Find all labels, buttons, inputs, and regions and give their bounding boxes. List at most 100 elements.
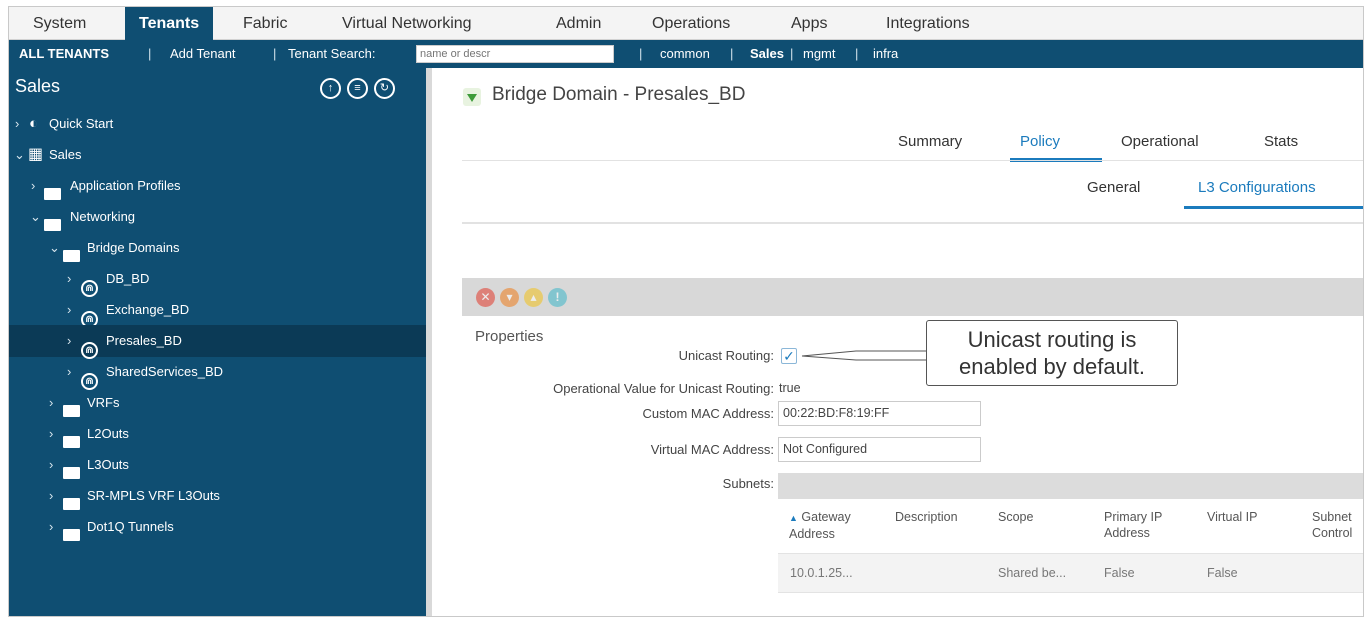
column-header-virtual-ip[interactable]: Virtual IP <box>1207 509 1287 525</box>
add-tenant-link[interactable]: Add Tenant <box>170 40 236 68</box>
tenant-link-mgmt[interactable]: mgmt <box>803 40 836 68</box>
tree-item-dot1q-tunnels[interactable]: › Dot1Q Tunnels <box>9 511 426 543</box>
tree-item-sharedservices-bd[interactable]: › ⋒ SharedServices_BD <box>9 356 426 390</box>
separator: | <box>730 46 734 61</box>
nav-tenants[interactable]: Tenants <box>125 7 214 40</box>
tree-item-application-profiles[interactable]: › Application Profiles <box>9 170 426 202</box>
nav-fabric[interactable]: Fabric <box>243 7 287 40</box>
nav-virtual-networking[interactable]: Virtual Networking <box>342 7 472 40</box>
nav-system[interactable]: System <box>33 7 86 40</box>
header-text: Gateway Address <box>789 510 851 541</box>
tree-label: Dot1Q Tunnels <box>87 519 174 534</box>
tree-label: DB_BD <box>106 271 150 286</box>
tab-operational[interactable]: Operational <box>1121 133 1199 150</box>
fault-critical-icon[interactable]: ✕ <box>476 288 495 307</box>
callout-line-2: enabled by default. <box>959 354 1145 379</box>
column-header-primary-ip[interactable]: Primary IP Address <box>1104 509 1184 541</box>
chevron-right-icon: › <box>67 302 72 317</box>
tree-item-networking[interactable]: ⌄ Networking <box>9 201 426 233</box>
tab-policy[interactable]: Policy <box>1020 133 1060 150</box>
active-subtab-indicator <box>1184 206 1363 209</box>
tenant-search-label: Tenant Search: <box>288 46 376 61</box>
virtual-mac-field[interactable]: Not Configured <box>778 437 981 462</box>
bridge-domain-icon: ⋒ <box>81 263 98 297</box>
separator: | <box>639 46 643 61</box>
chevron-right-icon: › <box>49 488 54 503</box>
deploy-icon[interactable]: ↑ <box>320 78 341 99</box>
custom-mac-field[interactable]: 00:22:BD:F8:19:FF <box>778 401 981 426</box>
tree-item-bridge-domains[interactable]: ⌄ Bridge Domains <box>9 232 426 264</box>
tree-item-db-bd[interactable]: › ⋒ DB_BD <box>9 263 426 297</box>
tenant-bar: ALL TENANTS | Add Tenant | Tenant Search… <box>9 40 1363 68</box>
column-header-description[interactable]: Description <box>895 509 985 525</box>
fault-warning-icon[interactable]: ! <box>548 288 567 307</box>
callout-line-1: Unicast routing is <box>967 327 1137 352</box>
tree-label: SharedServices_BD <box>106 364 224 379</box>
subnets-label: Subnets: <box>722 476 774 491</box>
fault-minor-icon[interactable]: ▴ <box>524 288 543 307</box>
folder-icon <box>44 170 61 202</box>
chevron-right-icon: › <box>49 519 54 534</box>
folder-icon <box>63 480 80 512</box>
list-icon[interactable]: ≡ <box>347 78 368 99</box>
chevron-right-icon: › <box>15 116 20 131</box>
quick-start-icon: ◐ <box>29 115 39 132</box>
tree-item-l3outs[interactable]: › L3Outs <box>9 449 426 481</box>
tree-item-vrfs[interactable]: › VRFs <box>9 387 426 419</box>
chevron-down-icon: ⌄ <box>49 240 60 255</box>
tree-item-presales-bd[interactable]: › ⋒ Presales_BD <box>9 325 426 359</box>
nav-integrations[interactable]: Integrations <box>886 7 970 40</box>
tree-item-sales[interactable]: ⌄ ▦ Sales <box>9 139 426 171</box>
tree-label: SR-MPLS VRF L3Outs <box>87 488 220 503</box>
column-header-scope[interactable]: Scope <box>998 509 1068 525</box>
nav-admin[interactable]: Admin <box>556 7 601 40</box>
subtab-l3-configurations[interactable]: L3 Configurations <box>1198 179 1316 196</box>
bridge-domain-health-icon <box>463 88 481 106</box>
all-tenants-link[interactable]: ALL TENANTS <box>19 40 109 68</box>
refresh-icon[interactable]: ↻ <box>374 78 395 99</box>
tree-label: L2Outs <box>87 426 129 441</box>
sidebar-title: Sales <box>15 76 61 96</box>
tree-label: L3Outs <box>87 457 129 472</box>
tab-stats[interactable]: Stats <box>1264 133 1298 150</box>
separator: | <box>148 46 152 61</box>
chevron-right-icon: › <box>49 426 54 441</box>
tree-item-sr-mpls-vrf-l3outs[interactable]: › SR-MPLS VRF L3Outs <box>9 480 426 512</box>
table-row[interactable]: 10.0.1.25... Shared be... False False <box>778 553 1363 593</box>
fault-toolbar: ✕ ▾ ▴ ! <box>462 278 1363 316</box>
tenant-grid-icon: ▦ <box>28 146 44 163</box>
tree-label: Exchange_BD <box>106 302 190 317</box>
chevron-right-icon: › <box>49 457 54 472</box>
cell-gateway: 10.0.1.25... <box>790 566 853 580</box>
apic-window: System Tenants Fabric Virtual Networking… <box>8 6 1364 617</box>
fault-major-icon[interactable]: ▾ <box>500 288 519 307</box>
bridge-domain-icon: ⋒ <box>81 325 98 359</box>
subnets-toolbar <box>778 473 1363 499</box>
folder-icon <box>63 387 80 419</box>
folder-icon <box>44 201 61 233</box>
tenant-link-common[interactable]: common <box>660 40 710 68</box>
folder-icon <box>63 449 80 481</box>
column-header-gateway[interactable]: ▲ Gateway Address <box>789 509 869 542</box>
column-header-subnet-control[interactable]: Subnet Control <box>1312 509 1363 541</box>
virtual-mac-label: Virtual MAC Address: <box>650 442 774 457</box>
page-title: Bridge Domain - Presales_BD <box>492 84 746 105</box>
nav-operations[interactable]: Operations <box>652 7 730 40</box>
tree-item-exchange-bd[interactable]: › ⋒ Exchange_BD <box>9 294 426 328</box>
tenant-link-sales[interactable]: Sales <box>750 40 784 68</box>
tree-item-quick-start[interactable]: › ◐ Quick Start <box>9 108 426 140</box>
tree-item-l2outs[interactable]: › L2Outs <box>9 418 426 450</box>
callout-pointer <box>801 350 927 361</box>
subtab-general[interactable]: General <box>1087 179 1140 196</box>
tab-summary[interactable]: Summary <box>898 133 962 150</box>
top-nav: System Tenants Fabric Virtual Networking… <box>9 7 1363 40</box>
nav-apps[interactable]: Apps <box>791 7 827 40</box>
folder-icon <box>63 511 80 543</box>
tenant-link-infra[interactable]: infra <box>873 40 898 68</box>
tenant-search-input[interactable] <box>416 45 614 63</box>
chevron-down-icon: ⌄ <box>30 209 41 224</box>
separator: | <box>855 46 859 61</box>
tree-label: VRFs <box>87 395 120 410</box>
folder-icon <box>63 232 80 264</box>
unicast-routing-checkbox[interactable]: ✓ <box>781 348 797 364</box>
